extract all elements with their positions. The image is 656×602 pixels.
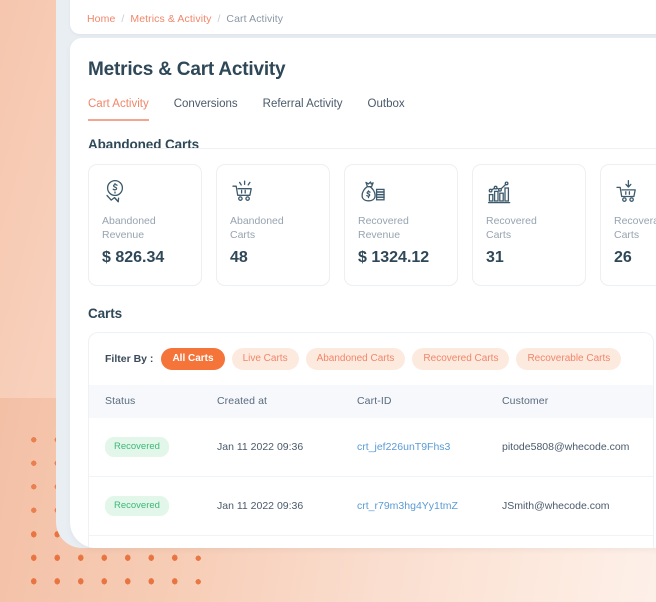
- breadcrumb-item-home[interactable]: Home: [87, 13, 115, 25]
- stat-card-value: 26: [614, 249, 632, 266]
- carts-table-card: Filter By : All Carts Live Carts Abandon…: [88, 332, 654, 548]
- stat-label-line2: Revenue: [102, 228, 145, 241]
- carts-table-header: Status Created at Cart-ID Customer: [89, 385, 653, 418]
- cell-status: Recovered: [89, 418, 217, 477]
- tab-bar: Cart Activity Conversions Referral Activ…: [88, 98, 656, 121]
- cell-customer: Guest: [502, 535, 653, 548]
- tab-cart-activity[interactable]: Cart Activity: [88, 98, 149, 121]
- stat-label-line1: Recovered: [486, 215, 537, 227]
- section-heading-abandoned-carts: Abandoned Carts: [88, 137, 200, 152]
- cell-status: Recovered: [89, 476, 217, 536]
- breadcrumb: Home / Metrics & Activity / Cart Activit…: [70, 0, 656, 34]
- stat-card-value: 31: [486, 249, 504, 266]
- filter-pill-all-carts[interactable]: All Carts: [161, 348, 225, 370]
- tab-conversions[interactable]: Conversions: [174, 98, 238, 121]
- column-header-status[interactable]: Status: [89, 385, 217, 418]
- abandoned-cart-icon: [230, 179, 316, 211]
- main-content-card: Metrics & Cart Activity Cart Activity Co…: [70, 38, 656, 548]
- stat-card-label: Recovered Carts: [486, 215, 572, 242]
- carts-table: Status Created at Cart-ID Customer Recov…: [89, 385, 653, 548]
- cell-cart-id: crt_jef226unT9Fhs3: [357, 418, 502, 477]
- table-row[interactable]: Recovered Jan 11 2022 09:36 crt_jef226un…: [89, 418, 653, 477]
- filter-pill-abandoned-carts[interactable]: Abandoned Carts: [305, 348, 406, 370]
- cell-customer: pitode5808@whecode.com: [502, 418, 653, 477]
- stat-card-label: Abandoned Revenue: [102, 215, 188, 242]
- filter-pill-live-carts[interactable]: Live Carts: [231, 348, 299, 370]
- breadcrumb-separator: /: [121, 13, 125, 25]
- column-header-cart-id[interactable]: Cart-ID: [357, 385, 502, 418]
- stat-card-recovered-carts[interactable]: Recovered Carts 31: [472, 164, 586, 286]
- cart-id-link[interactable]: crt_jef226unT9Fhs3: [357, 441, 450, 453]
- filter-pill-recoverable-carts[interactable]: Recoverable Carts: [516, 348, 622, 370]
- stat-label-line1: Recovered: [358, 215, 409, 227]
- stat-label-line2: Carts: [486, 228, 512, 241]
- bar-chart-trend-icon: [486, 179, 572, 211]
- stat-card-abandoned-carts[interactable]: Abandoned Carts 48: [216, 164, 330, 286]
- column-header-customer[interactable]: Customer: [502, 385, 653, 418]
- stat-card-recovered-revenue[interactable]: Recovered Revenue $ 1324.12: [344, 164, 458, 286]
- stat-card-label: Recoverable Carts: [614, 215, 656, 242]
- stat-label-line2: Revenue: [358, 228, 401, 241]
- filter-bar: Filter By : All Carts Live Carts Abandon…: [89, 333, 653, 385]
- table-row[interactable]: Abandoned Jan 11 2022 09:36 crt_qENhXK6r…: [89, 535, 653, 548]
- cell-cart-id: crt_qENhXK6rwgQpeG: [357, 535, 502, 548]
- stat-card-value: $ 826.34: [102, 249, 165, 266]
- table-header-row: Status Created at Cart-ID Customer: [89, 385, 653, 418]
- page-title: Metrics & Cart Activity: [88, 59, 286, 80]
- cell-status: Abandoned: [89, 535, 217, 548]
- stat-label-line2: Carts: [614, 228, 640, 241]
- stat-card-label: Abandoned Carts: [230, 215, 316, 242]
- column-header-created-at[interactable]: Created at: [217, 385, 357, 418]
- filter-pill-recovered-carts[interactable]: Recovered Carts: [412, 348, 510, 370]
- stat-label-line1: Recoverable: [614, 215, 656, 227]
- status-badge: Recovered: [105, 496, 169, 516]
- tab-referral-activity[interactable]: Referral Activity: [263, 98, 343, 121]
- stat-card-recoverable-carts[interactable]: Recoverable Carts 26: [600, 164, 656, 286]
- stat-card-value: 48: [230, 249, 248, 266]
- stat-label-line1: Abandoned: [230, 215, 284, 227]
- stat-card-abandoned-revenue[interactable]: Abandoned Revenue $ 826.34: [88, 164, 202, 286]
- stat-card-list: Abandoned Revenue $ 826.34 Abandoned Car…: [88, 164, 656, 286]
- section-heading-carts: Carts: [88, 306, 123, 321]
- carts-table-body: Recovered Jan 11 2022 09:36 crt_jef226un…: [89, 418, 653, 548]
- tab-outbox[interactable]: Outbox: [368, 98, 405, 121]
- status-badge: Recovered: [105, 437, 169, 457]
- table-row[interactable]: Recovered Jan 11 2022 09:36 crt_r79m3hg4…: [89, 476, 653, 536]
- cell-created-at: Jan 11 2022 09:36: [217, 418, 357, 477]
- cart-download-icon: [614, 179, 656, 211]
- stat-label-line1: Abandoned: [102, 215, 156, 227]
- stat-card-label: Recovered Revenue: [358, 215, 444, 242]
- cell-created-at: Jan 11 2022 09:36: [217, 476, 357, 536]
- cell-created-at: Jan 11 2022 09:36: [217, 535, 357, 548]
- tab-bar-divider: [88, 148, 656, 149]
- cell-customer: JSmith@whecode.com: [502, 476, 653, 536]
- stat-card-value: $ 1324.12: [358, 249, 430, 266]
- cart-id-link[interactable]: crt_r79m3hg4Yy1tmZ: [357, 500, 458, 512]
- breadcrumb-separator: /: [217, 13, 221, 25]
- breadcrumb-item-cart-activity: Cart Activity: [226, 13, 284, 25]
- filter-label: Filter By :: [105, 353, 154, 365]
- dollar-circle-down-arrow-icon: [102, 179, 188, 211]
- money-bag-coins-icon: [358, 179, 444, 211]
- stat-label-line2: Carts: [230, 228, 256, 241]
- breadcrumb-item-metrics-activity[interactable]: Metrics & Activity: [130, 13, 211, 25]
- cell-cart-id: crt_r79m3hg4Yy1tmZ: [357, 476, 502, 536]
